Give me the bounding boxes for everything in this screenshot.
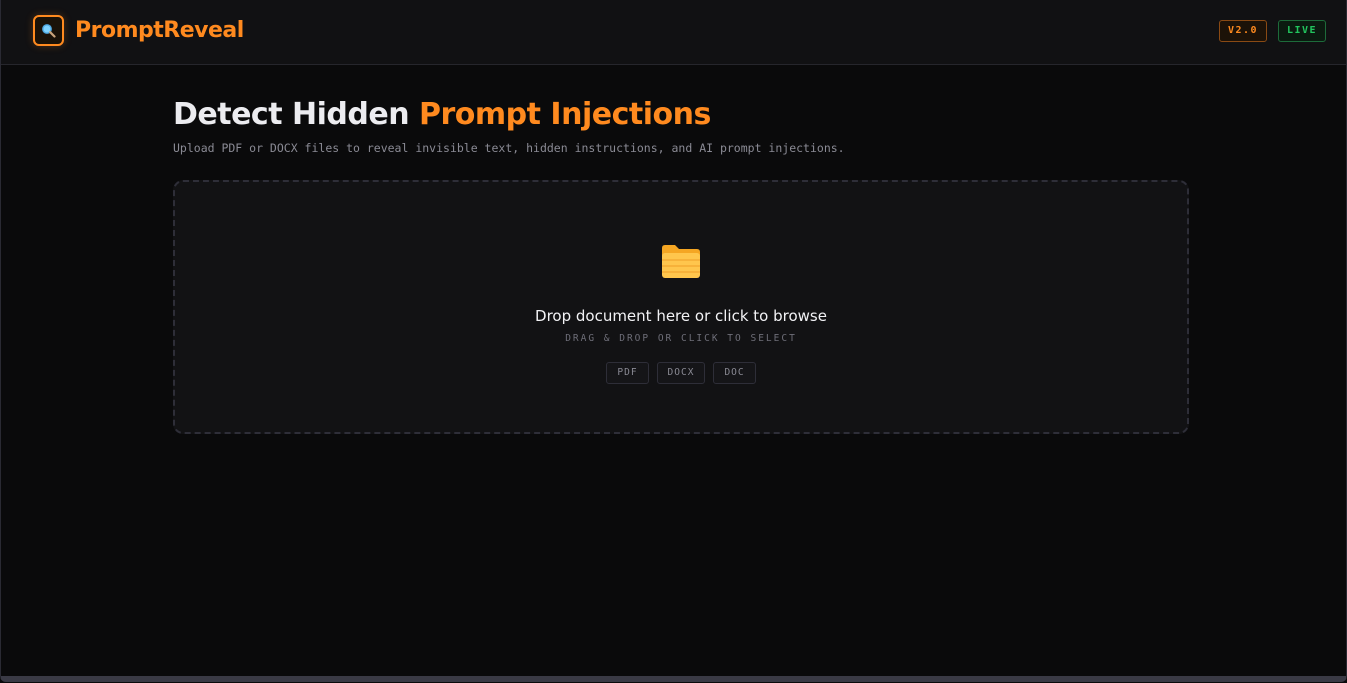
live-status-badge: LIVE (1278, 20, 1327, 42)
brand-name[interactable]: PromptReveal (75, 16, 244, 46)
app-window: PromptReveal V2.0 LIVE Detect Hidden Pro… (0, 0, 1347, 682)
version-badge: V2.0 (1219, 20, 1268, 42)
page-subtitle: Upload PDF or DOCX files to reveal invis… (173, 141, 845, 155)
format-chip-docx: DOCX (656, 362, 706, 384)
page-title: Detect Hidden Prompt Injections (173, 96, 711, 134)
format-list: PDF DOCX DOC (175, 362, 1187, 384)
title-part-2: Prompt Injections (419, 97, 711, 132)
format-chip-pdf: PDF (606, 362, 649, 384)
magnifier-icon (42, 24, 56, 38)
top-bar: PromptReveal V2.0 LIVE (1, 0, 1346, 65)
dropzone-hint: DRAG & DROP OR CLICK TO SELECT (565, 333, 797, 344)
format-chip-doc: DOC (713, 362, 756, 384)
file-dropzone[interactable]: Drop document here or click to browse DR… (173, 180, 1189, 434)
dropzone-title: Drop document here or click to browse (535, 307, 827, 325)
title-part-1: Detect Hidden (173, 97, 410, 132)
folder-icon (662, 245, 700, 278)
logo[interactable] (33, 15, 64, 46)
